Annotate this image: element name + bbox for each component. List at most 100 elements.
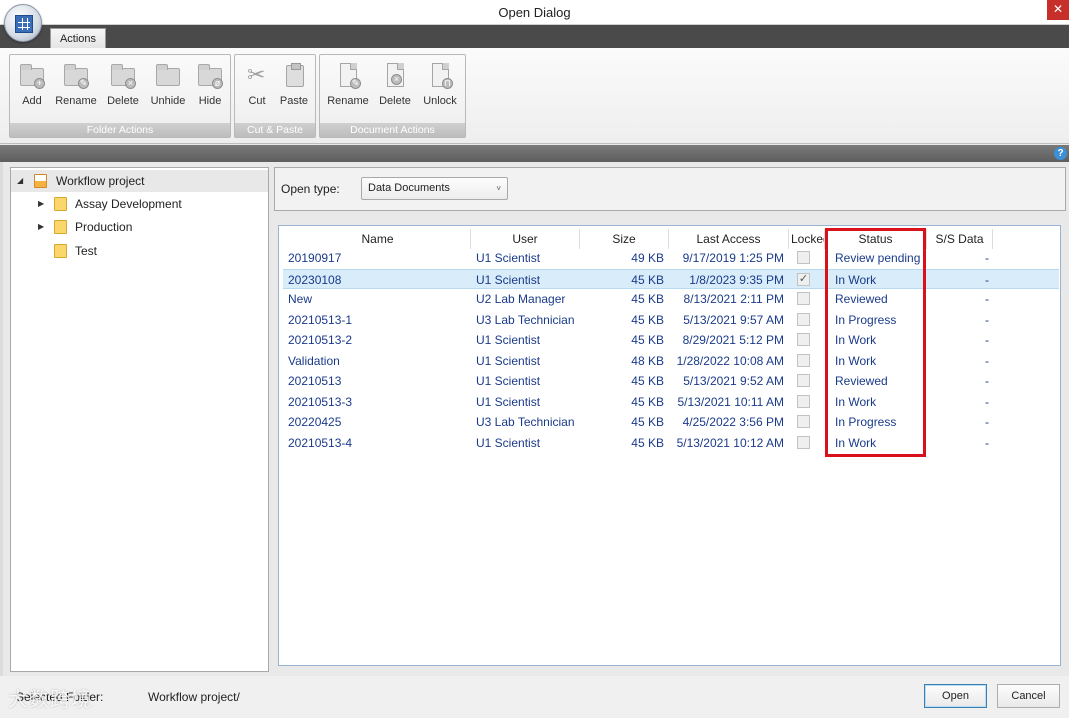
cell-name: 20210513-3 bbox=[288, 394, 353, 409]
locked-checkbox[interactable]: ✓ bbox=[797, 272, 810, 286]
cell-size: 48 KB bbox=[631, 353, 664, 368]
cell-status: In Work bbox=[835, 394, 877, 409]
locked-checkbox[interactable] bbox=[797, 435, 810, 449]
selected-folder-value: Workflow project/ bbox=[148, 690, 240, 704]
cell-user: U1 Scientist bbox=[476, 272, 541, 287]
cell-status: Reviewed bbox=[835, 374, 888, 388]
locked-checkbox[interactable] bbox=[797, 374, 810, 387]
paste-button[interactable]: Paste bbox=[276, 59, 312, 107]
tab-actions[interactable]: Actions bbox=[50, 28, 106, 49]
column-header-last-access[interactable]: Last Access bbox=[669, 229, 789, 249]
cell-ss-data: - bbox=[985, 272, 989, 287]
cell-last-access: 5/13/2021 9:57 AM bbox=[683, 312, 784, 327]
locked-checkbox[interactable] bbox=[797, 415, 810, 428]
chevron-down-icon: ˅ bbox=[496, 184, 501, 193]
table-row[interactable]: 20220425 U3 Lab Technician 45 KB 4/25/2022 … bbox=[283, 412, 1059, 432]
cell-last-access: 9/17/2019 1:25 PM bbox=[682, 251, 784, 265]
cell-user: U2 Lab Manager bbox=[476, 292, 566, 306]
locked-checkbox[interactable] bbox=[797, 353, 810, 367]
column-header-status[interactable]: Status bbox=[825, 229, 927, 249]
ribbon: + Add ✎ Rename × Delete Unhide ø Hide Fo… bbox=[0, 48, 1069, 144]
folder-hide-button[interactable]: ø Hide bbox=[192, 59, 228, 107]
column-header-locked[interactable]: Locked bbox=[789, 229, 825, 249]
cell-user: U1 Scientist bbox=[476, 394, 541, 409]
table-row[interactable]: 20210513 U1 Scientist 45 KB 5/13/2021 9:52 … bbox=[283, 371, 1059, 391]
cell-user: U1 Scientist bbox=[476, 353, 541, 368]
cell-status: In Progress bbox=[835, 312, 897, 327]
cell-size: 45 KB bbox=[631, 394, 664, 409]
folder-icon bbox=[54, 197, 67, 211]
cell-ss-data: - bbox=[985, 333, 989, 347]
folder-icon bbox=[54, 244, 67, 258]
document-unlock-button[interactable]: ⊓ Unlock bbox=[419, 59, 461, 107]
document-rename-button[interactable]: ✎ Rename bbox=[325, 59, 371, 107]
cut-button[interactable]: ✂ Cut bbox=[240, 59, 274, 108]
table-row[interactable]: Validation U1 Scientist 48 KB 1/28/2022 10:… bbox=[283, 351, 1059, 371]
table-row[interactable]: 20210513-2 U1 Scientist 45 KB 8/29/2021 5:1… bbox=[283, 330, 1059, 350]
cell-name: 20210513-1 bbox=[288, 312, 353, 327]
locked-checkbox[interactable] bbox=[797, 312, 810, 326]
column-header-user[interactable]: User bbox=[471, 229, 580, 249]
folder-add-button[interactable]: + Add bbox=[14, 59, 50, 107]
cell-user: U1 Scientist bbox=[476, 374, 541, 388]
table-row[interactable]: New U2 Lab Manager 45 KB 8/13/2021 2:11 PM R… bbox=[283, 289, 1059, 309]
tree-collapse-icon[interactable]: ▶ bbox=[38, 216, 48, 238]
close-icon[interactable]: ✕ bbox=[1047, 0, 1069, 20]
cell-status: In Work bbox=[835, 272, 877, 287]
table-row[interactable]: 20210513-4 U1 Scientist 45 KB 5/13/2021 10:… bbox=[283, 433, 1059, 453]
open-type-label: Open type: bbox=[281, 182, 340, 196]
window-edge bbox=[0, 162, 3, 676]
ribbon-group-cut-paste: ✂ Cut Paste Cut & Paste bbox=[234, 54, 316, 138]
document-delete-button[interactable]: × Delete bbox=[374, 59, 416, 107]
cell-ss-data: - bbox=[985, 312, 989, 327]
locked-checkbox[interactable] bbox=[797, 251, 810, 264]
cell-name: 20190917 bbox=[288, 251, 342, 265]
cell-name: Validation bbox=[288, 353, 340, 368]
documents-grid: Name User Size Last Access Locked Status… bbox=[278, 225, 1061, 666]
help-icon[interactable]: ? bbox=[1054, 147, 1067, 160]
folder-unhide-button[interactable]: Unhide bbox=[148, 59, 188, 107]
table-row[interactable]: 20210513-1 U3 Lab Technician 45 KB 5/13/202… bbox=[283, 310, 1059, 330]
locked-checkbox[interactable] bbox=[797, 333, 810, 346]
ribbon-group-label: Cut & Paste bbox=[235, 123, 315, 137]
separator-bar bbox=[0, 145, 1069, 162]
table-row[interactable]: 20190917 U1 Scientist 49 KB 9/17/2019 1:25 … bbox=[283, 248, 1059, 268]
cell-size: 45 KB bbox=[631, 435, 664, 450]
ribbon-group-folder-actions: + Add ✎ Rename × Delete Unhide ø Hide Fo… bbox=[9, 54, 231, 138]
open-type-dropdown[interactable]: Data Documents ˅ bbox=[361, 177, 508, 200]
locked-checkbox[interactable] bbox=[797, 292, 810, 305]
cancel-button[interactable]: Cancel bbox=[997, 684, 1060, 708]
column-header-size[interactable]: Size bbox=[580, 229, 669, 249]
cell-name: 20210513 bbox=[288, 374, 342, 388]
column-header-ss-data[interactable]: S/S Data bbox=[927, 229, 993, 249]
app-menu-icon[interactable] bbox=[4, 4, 42, 42]
tree-collapse-icon[interactable]: ▶ bbox=[38, 193, 48, 215]
cell-last-access: 5/13/2021 10:11 AM bbox=[677, 394, 784, 409]
cell-status: In Work bbox=[835, 435, 877, 450]
ribbon-group-label: Document Actions bbox=[320, 123, 465, 137]
title-bar: Open Dialog ✕ bbox=[0, 0, 1069, 25]
cell-ss-data: - bbox=[985, 435, 989, 450]
folder-icon bbox=[54, 220, 67, 234]
tree-expand-icon[interactable]: ◢ bbox=[17, 170, 27, 192]
table-row[interactable]: 20210513-3 U1 Scientist 45 KB 5/13/2021 10:… bbox=[283, 392, 1059, 412]
table-row[interactable]: 20230108 U1 Scientist 45 KB 1/8/2023 9:35 P… bbox=[283, 268, 1059, 289]
cell-ss-data: - bbox=[985, 251, 989, 265]
cell-last-access: 1/28/2022 10:08 AM bbox=[676, 353, 784, 368]
window-title: Open Dialog bbox=[498, 5, 571, 20]
cell-status: Review pending bbox=[835, 251, 921, 265]
open-button[interactable]: Open bbox=[924, 684, 987, 708]
tree-item-workflow-project[interactable]: ◢ Workflow project bbox=[11, 170, 268, 192]
cell-name: 20230108 bbox=[288, 272, 342, 287]
folder-rename-button[interactable]: ✎ Rename bbox=[54, 59, 98, 107]
cell-last-access: 5/13/2021 10:12 AM bbox=[676, 435, 784, 450]
cell-size: 45 KB bbox=[631, 374, 664, 388]
locked-checkbox[interactable] bbox=[797, 394, 810, 408]
folder-delete-button[interactable]: × Delete bbox=[102, 59, 144, 107]
cell-ss-data: - bbox=[985, 374, 989, 388]
cell-size: 45 KB bbox=[631, 415, 664, 429]
cell-last-access: 8/13/2021 2:11 PM bbox=[683, 292, 784, 306]
cell-name: New bbox=[288, 292, 313, 306]
cell-last-access: 4/25/2022 3:56 PM bbox=[682, 415, 784, 429]
column-header-name[interactable]: Name bbox=[285, 229, 471, 249]
